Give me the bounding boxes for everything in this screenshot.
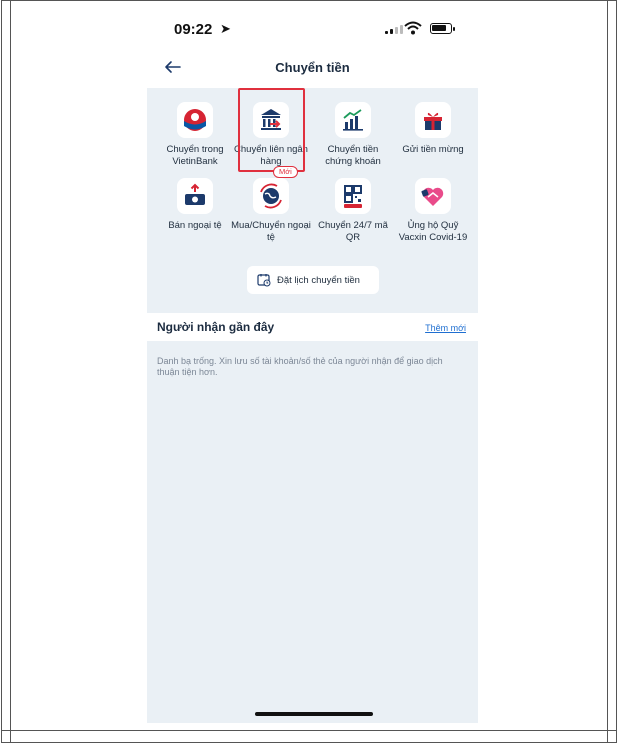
service-label: Ủng hộ Quỹ Vacxin Covid-19	[398, 220, 468, 243]
heart-donate-icon	[421, 187, 444, 206]
service-label: Chuyển 24/7 mã QR	[318, 220, 388, 243]
schedule-transfer-label: Đặt lịch chuyển tiền	[277, 274, 360, 286]
service-covid-vaccine-fund[interactable]: Ủng hộ Quỹ Vacxin Covid-19	[393, 178, 473, 243]
status-time: 09:22	[174, 21, 213, 38]
location-arrow-icon: ➤	[220, 21, 231, 36]
signal-icon	[385, 24, 403, 34]
service-buy-transfer-foreign-currency[interactable]: Mua/Chuyển ngoại tệ	[231, 178, 311, 243]
table-column-divider-left	[10, 0, 11, 743]
service-label: Gửi tiền mừng	[402, 144, 464, 155]
phone-screenshot: 09:22 ➤ Chuyển tiền Chuyển trong VietinB…	[147, 8, 478, 723]
status-bar: 09:22 ➤	[147, 8, 478, 48]
service-vietinbank-transfer[interactable]: Chuyển trong VietinBank	[155, 102, 235, 167]
page-title: Chuyển tiền	[275, 60, 350, 75]
service-sell-foreign-currency[interactable]: Bán ngoại tệ	[155, 178, 235, 232]
calendar-clock-icon	[257, 274, 271, 287]
service-label: Mua/Chuyển ngoại tệ	[231, 220, 311, 243]
stock-chart-icon	[343, 109, 363, 131]
app-header: Chuyển tiền	[147, 48, 478, 88]
schedule-transfer-button[interactable]: Đặt lịch chuyển tiền	[247, 266, 379, 294]
empty-contacts-message: Danh bạ trống. Xin lưu số tài khoản/số t…	[157, 356, 443, 377]
wifi-icon	[404, 21, 422, 35]
recent-recipients-title: Người nhận gần đây	[157, 320, 275, 334]
globe-exchange-icon	[260, 183, 282, 209]
sell-currency-icon	[185, 183, 205, 205]
new-badge: Mới	[273, 166, 298, 178]
gift-icon	[424, 112, 442, 130]
table-row-divider	[1, 730, 617, 731]
service-securities-transfer[interactable]: Chuyển tiền chứng khoán	[313, 102, 393, 167]
service-label: Chuyển trong VietinBank	[166, 144, 224, 167]
battery-icon	[430, 23, 455, 34]
vietinbank-logo-icon	[184, 109, 206, 131]
recent-recipients-header: Người nhận gần đây Thêm mới	[147, 313, 478, 341]
qr-code-icon	[344, 185, 362, 208]
service-gift-money[interactable]: Gửi tiền mừng	[393, 102, 473, 156]
table-column-divider-right	[607, 0, 608, 743]
service-label: Bán ngoại tệ	[168, 220, 222, 231]
service-qr-transfer[interactable]: Chuyển 24/7 mã QR	[313, 178, 393, 243]
home-indicator[interactable]	[255, 712, 373, 716]
add-new-link[interactable]: Thêm mới	[425, 323, 466, 333]
selected-tile-highlight	[238, 88, 305, 172]
service-label: Chuyển tiền chứng khoán	[325, 144, 381, 167]
